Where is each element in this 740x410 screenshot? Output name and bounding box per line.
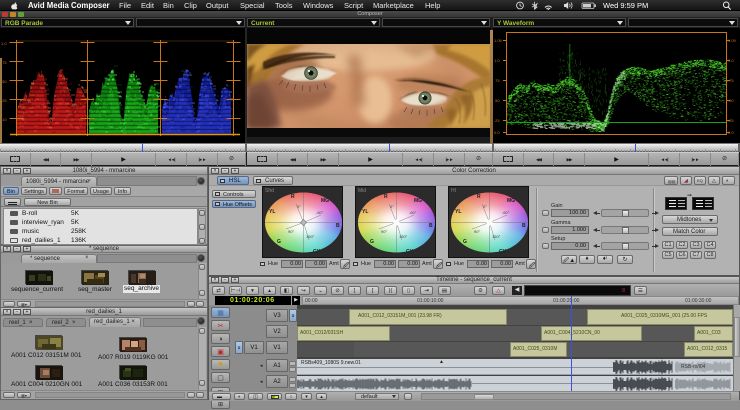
svg-text:.25: .25 [494, 118, 500, 123]
svg-text:MG: MG [507, 198, 515, 204]
svg-text:1.09: 1.09 [494, 38, 503, 43]
svg-text:R: R [477, 194, 481, 200]
svg-text:CY: CY [313, 249, 321, 255]
svg-text:0°: 0° [297, 204, 301, 209]
svg-text:R: R [291, 194, 295, 200]
svg-text:B: B [429, 223, 433, 229]
svg-text:YL: YL [269, 209, 275, 215]
svg-text:0°: 0° [390, 204, 394, 209]
svg-text:CY: CY [406, 249, 414, 255]
svg-text:G: G [277, 239, 281, 245]
svg-text:150°: 150° [492, 234, 501, 239]
svg-text:B: B [522, 223, 526, 229]
svg-text:-60°: -60° [409, 210, 417, 215]
svg-text:YL: YL [362, 209, 368, 215]
svg-text:90°: 90° [474, 229, 480, 234]
svg-text:1.0: 1.0 [1, 41, 7, 46]
svg-text:0°: 0° [483, 204, 487, 209]
svg-text:G: G [370, 239, 374, 245]
svg-text:.50: .50 [494, 98, 500, 103]
svg-text:-60°: -60° [502, 210, 510, 215]
svg-text:CY: CY [499, 249, 507, 255]
svg-text:G: G [463, 239, 467, 245]
svg-text:90°: 90° [381, 229, 387, 234]
svg-text:MG: MG [321, 198, 329, 204]
svg-text:150°: 150° [306, 234, 315, 239]
svg-text:150°: 150° [399, 234, 408, 239]
svg-text:R: R [384, 194, 388, 200]
svg-text:1.0: 1.0 [494, 58, 500, 63]
svg-text:MG: MG [414, 198, 422, 204]
svg-text:0.0: 0.0 [494, 130, 500, 135]
svg-text:90°: 90° [288, 229, 294, 234]
svg-text:-60°: -60° [316, 210, 324, 215]
svg-text:B: B [336, 223, 340, 229]
svg-text:YL: YL [455, 209, 461, 215]
svg-text:.75: .75 [494, 78, 500, 83]
